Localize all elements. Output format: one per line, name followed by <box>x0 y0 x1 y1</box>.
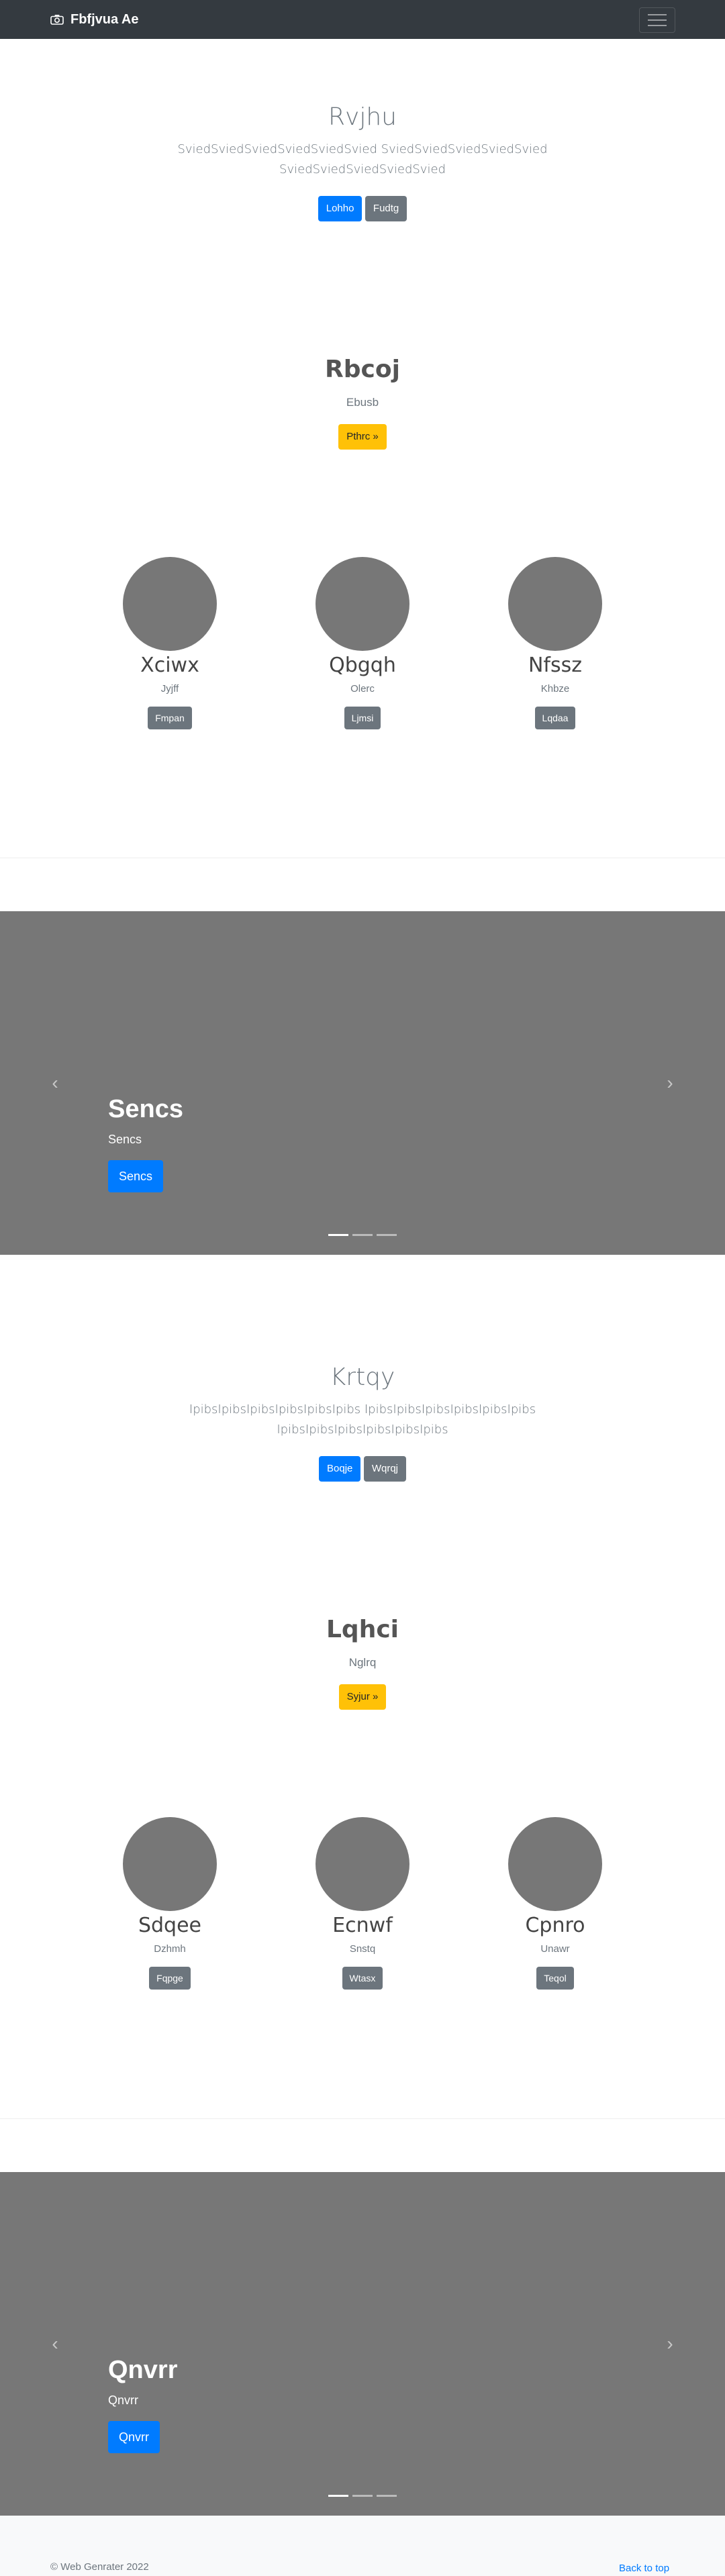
chevron-right-icon[interactable]: › <box>662 1074 678 1092</box>
camera-icon <box>50 15 64 25</box>
feature-image-placeholder <box>316 557 409 651</box>
hero-title: Krtqy <box>330 1363 395 1391</box>
hero-lead-line1: IpibsIpibsIpibsIpibsIpibsIpibs IpibsIpib… <box>189 1402 536 1416</box>
hero-secondary-button[interactable]: Wqrqj <box>363 1456 406 1482</box>
carousel-text: Sencs <box>108 1133 142 1146</box>
carousel-indicators <box>0 1234 725 1236</box>
feature-button[interactable]: Fmpan <box>148 707 192 729</box>
navbar-brand[interactable]: Fbfjvua Ae <box>50 11 139 28</box>
carousel-button[interactable]: Qnvrr <box>108 2421 160 2453</box>
hero-lead-line2: SviedSviedSviedSviedSvied <box>279 162 446 176</box>
hero-primary-button[interactable]: Lohho <box>318 196 362 221</box>
carousel-indicator[interactable] <box>352 1234 373 1236</box>
carousel-button[interactable]: Sencs <box>108 1160 164 1192</box>
feature-subtitle: Snstq <box>349 1943 376 1955</box>
brand-label: Fbfjvua Ae <box>70 11 139 27</box>
carousel-indicator[interactable] <box>328 2495 348 2497</box>
carousel-text: Qnvrr <box>108 2393 138 2407</box>
footer-copyright: © Web Genrater 2022 <box>50 2561 149 2573</box>
feature-column: Nfssz Khbze Lqdaa <box>475 557 636 729</box>
feature-subtitle: Khbze <box>540 683 570 694</box>
hero-lead-line1: SviedSviedSviedSviedSviedSvied SviedSvie… <box>177 142 548 156</box>
carousel-2: ‹ › Qnvrr Qnvrr Qnvrr <box>0 2172 725 2516</box>
feature-image-placeholder <box>508 1817 602 1911</box>
chevron-left-icon[interactable]: ‹ <box>47 2334 63 2353</box>
hamburger-line <box>648 25 667 26</box>
hero-title: Rvjhu <box>328 103 397 131</box>
feature-subtitle: Jyjff <box>160 683 179 694</box>
feature-button[interactable]: Fqpge <box>149 1967 191 1990</box>
divider <box>0 2118 725 2119</box>
section-cta-button[interactable]: Pthrc » <box>338 424 387 450</box>
carousel-caption: Qnvrr Qnvrr Qnvrr <box>108 2355 177 2453</box>
chevron-right-icon[interactable]: › <box>662 2334 678 2353</box>
section-title: Lqhci <box>326 1616 399 1643</box>
hamburger-line <box>648 19 667 21</box>
hero-primary-button[interactable]: Boqje <box>319 1456 361 1482</box>
feature-title: Cpnro <box>525 1914 585 1937</box>
feature-column: Qbgqh Olerc Ljmsi <box>282 557 443 729</box>
feature-image-placeholder <box>316 1817 409 1911</box>
section-title: Rbcoj <box>325 356 400 383</box>
feature-image-placeholder <box>508 557 602 651</box>
feature-subtitle: Olerc <box>350 683 375 694</box>
footer: © Web Genrater 2022 Back to top <box>0 2516 725 2576</box>
hero-lead-line2: IpibsIpibsIpibsIpibsIpibsIpibs <box>277 1423 448 1437</box>
section-subtitle: Nglrq <box>348 1656 377 1669</box>
carousel-title: Sencs <box>108 1095 183 1123</box>
feature-image-placeholder <box>123 1817 217 1911</box>
feature-title: Nfssz <box>528 654 582 677</box>
feature-column: Xciwx Jyjff Fmpan <box>89 557 250 729</box>
navbar: Fbfjvua Ae <box>0 0 725 39</box>
section-subtitle: Ebusb <box>346 396 379 409</box>
hamburger-menu-icon <box>648 14 667 15</box>
feature-title: Sdqee <box>138 1914 202 1937</box>
feature-subtitle: Dzhmh <box>154 1943 186 1955</box>
hero-secondary-button[interactable]: Fudtg <box>365 196 407 221</box>
section-cta-button[interactable]: Syjur » <box>338 1684 387 1710</box>
feature-title: Xciwx <box>140 654 199 677</box>
feature-button[interactable]: Wtasx <box>342 1967 383 1990</box>
feature-button[interactable]: Teqol <box>536 1967 574 1990</box>
carousel-indicator[interactable] <box>352 2495 373 2497</box>
carousel-indicators <box>0 2495 725 2497</box>
carousel-indicator[interactable] <box>377 1234 397 1236</box>
back-to-top-link[interactable]: Back to top <box>619 2563 669 2574</box>
feature-column: Cpnro Unawr Teqol <box>475 1817 636 1990</box>
feature-column: Ecnwf Snstq Wtasx <box>282 1817 443 1990</box>
feature-title: Ecnwf <box>332 1914 393 1937</box>
feature-button[interactable]: Lqdaa <box>534 707 576 729</box>
feature-title: Qbgqh <box>329 654 396 677</box>
carousel-title: Qnvrr <box>108 2356 178 2384</box>
feature-column: Sdqee Dzhmh Fqpge <box>89 1817 250 1990</box>
chevron-left-icon[interactable]: ‹ <box>47 1074 63 1092</box>
carousel-1: ‹ › Sencs Sencs Sencs <box>0 911 725 1255</box>
carousel-caption: Sencs Sencs Sencs <box>108 1094 183 1192</box>
feature-button[interactable]: Ljmsi <box>344 707 381 729</box>
navbar-toggler[interactable] <box>639 7 675 33</box>
feature-subtitle: Unawr <box>540 1943 570 1955</box>
carousel-indicator[interactable] <box>328 1234 348 1236</box>
carousel-indicator[interactable] <box>377 2495 397 2497</box>
feature-image-placeholder <box>123 557 217 651</box>
